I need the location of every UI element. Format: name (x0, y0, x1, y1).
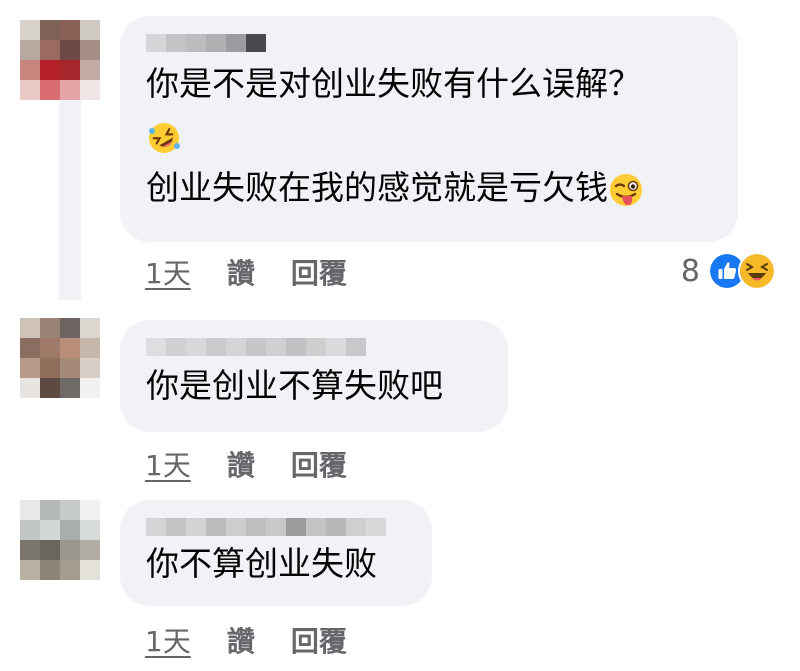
commenter-name-blurred[interactable] (146, 34, 712, 52)
comment-text: 你是不是对创业失败有什么误解？ 创业失败在我的感觉就是亏欠钱 (146, 58, 712, 214)
comment-line (146, 110, 712, 162)
like-button[interactable]: 讚 (227, 444, 255, 484)
avatar[interactable] (20, 500, 100, 580)
haha-reaction-icon (738, 252, 776, 290)
comment-text: 你是创业不算失败吧 (146, 360, 482, 412)
comment-line: 你是创业不算失败吧 (146, 366, 443, 405)
reply-button[interactable]: 回覆 (291, 620, 347, 660)
comment-line: 创业失败在我的感觉就是亏欠钱 (146, 162, 712, 214)
comment-bubble: 你不算创业失败 (120, 500, 432, 606)
commenter-name-blurred[interactable] (146, 338, 482, 356)
comment-line-text: 创业失败在我的感觉就是亏欠钱 (146, 168, 608, 207)
comment-actions: 1天 讚 回覆 (145, 444, 347, 484)
comment-text: 你不算创业失败 (146, 538, 406, 590)
avatar[interactable] (20, 20, 100, 100)
winking-face-with-tongue-emoji (610, 173, 642, 206)
reaction-count: 8 (680, 253, 700, 289)
comment-bubble: 你是不是对创业失败有什么误解？ 创业失败在我的感觉就是亏欠钱 (120, 16, 738, 242)
comment-actions: 1天 讚 回覆 (145, 620, 347, 660)
rolling-on-floor-laughing-emoji (149, 122, 180, 153)
reply-button[interactable]: 回覆 (291, 252, 347, 292)
like-button[interactable]: 讚 (227, 620, 255, 660)
comment-timestamp[interactable]: 1天 (145, 444, 191, 484)
comment-bubble: 你是创业不算失败吧 (120, 320, 508, 432)
commenter-name-blurred[interactable] (146, 518, 406, 536)
reaction-summary[interactable]: 8 (681, 252, 776, 290)
like-button[interactable]: 讚 (227, 252, 255, 292)
reply-thread-line (59, 98, 81, 300)
comment-actions: 1天 讚 回覆 (145, 252, 347, 292)
comment-line: 你是不是对创业失败有什么误解？ (146, 64, 641, 103)
reply-button[interactable]: 回覆 (291, 444, 347, 484)
avatar[interactable] (20, 318, 100, 398)
comment-line: 你不算创业失败 (146, 544, 377, 583)
comment-timestamp[interactable]: 1天 (145, 252, 191, 292)
comment-timestamp[interactable]: 1天 (145, 620, 191, 660)
